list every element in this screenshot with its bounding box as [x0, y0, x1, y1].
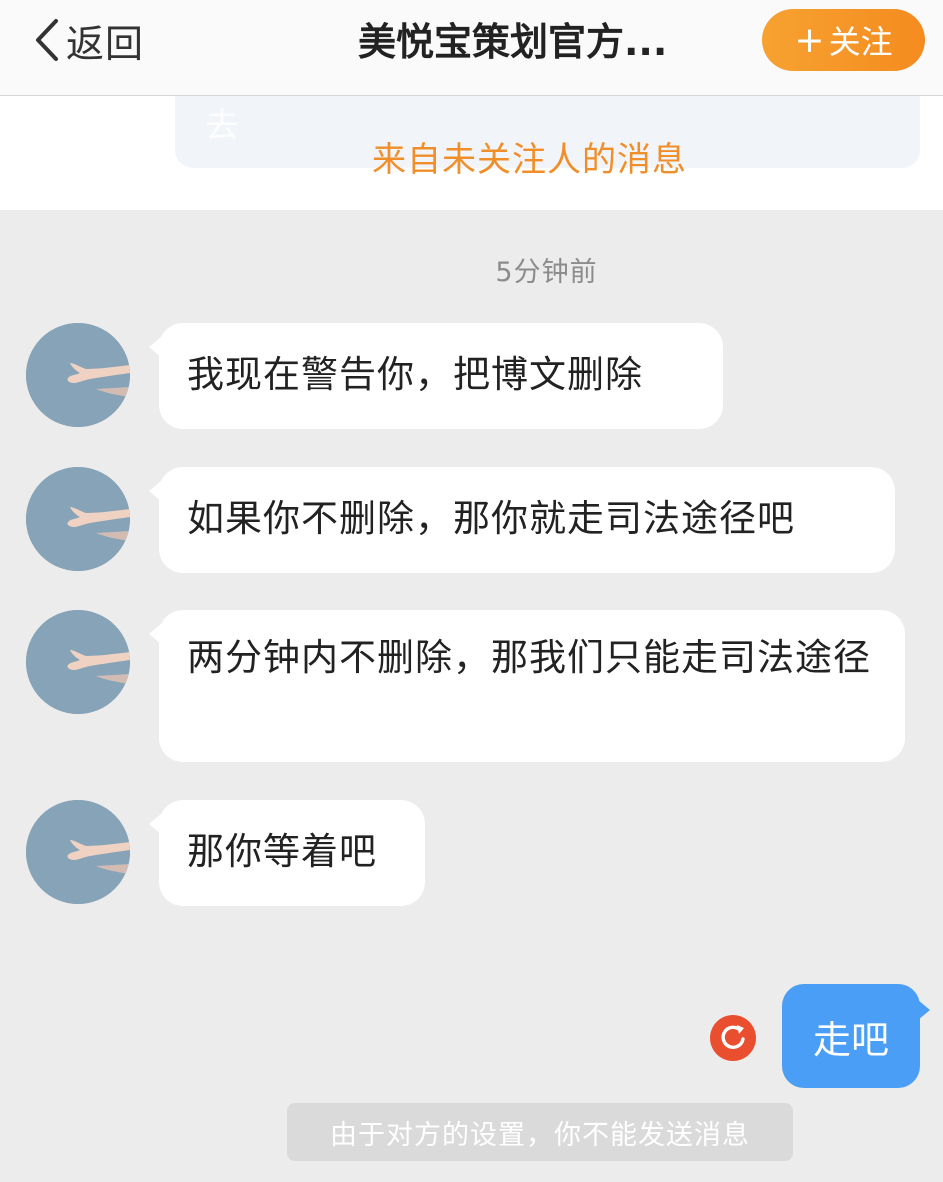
back-button[interactable]: 返回 — [30, 12, 144, 68]
message-text: 我现在警告你，把博文删除 — [187, 353, 643, 396]
hand-photo-avatar-icon — [26, 610, 130, 714]
follow-label: 关注 — [828, 23, 893, 61]
refresh-icon — [721, 1025, 745, 1049]
message-bubble[interactable]: 如果你不删除，那你就走司法途径吧 — [149, 467, 895, 573]
hand-photo-avatar-icon — [26, 323, 130, 427]
message-text: 那你等着吧 — [187, 830, 377, 873]
top-nav-bar: 返回 美悦宝策划官方... + 关注 — [0, 0, 943, 96]
avatar[interactable] — [26, 800, 130, 904]
message-timestamp: 5分钟前 — [495, 257, 598, 288]
outgoing-message-text: 走吧 — [812, 1017, 889, 1062]
system-notice: 由于对方的设置，你不能发送消息 — [287, 1103, 793, 1161]
resend-button[interactable] — [710, 1015, 756, 1061]
stranger-notice-text: 来自未关注人的消息 — [372, 140, 687, 180]
message-text: 如果你不删除，那你就走司法途径吧 — [187, 497, 795, 540]
message-bubble[interactable]: 那你等着吧 — [149, 800, 425, 906]
follow-button[interactable]: + 关注 — [762, 9, 925, 71]
hand-photo-avatar-icon — [26, 467, 130, 571]
hand-photo-avatar-icon — [26, 800, 130, 904]
message-bubble[interactable]: 我现在警告你，把博文删除 — [149, 323, 723, 429]
avatar[interactable] — [26, 467, 130, 571]
notice-ghost-text: 去 — [205, 106, 239, 146]
plus-icon: + — [794, 19, 825, 61]
back-label: 返回 — [66, 21, 145, 66]
page-title: 美悦宝策划官方... — [358, 20, 668, 64]
message-bubble[interactable]: 两分钟内不删除，那我们只能走司法途径 — [149, 610, 905, 762]
outgoing-message-bubble[interactable]: 走吧 — [782, 984, 930, 1088]
chevron-left-icon — [36, 19, 58, 61]
message-text: 两分钟内不删除，那我们只能走司法途径 — [187, 636, 871, 679]
avatar[interactable] — [26, 610, 130, 714]
avatar[interactable] — [26, 323, 130, 427]
